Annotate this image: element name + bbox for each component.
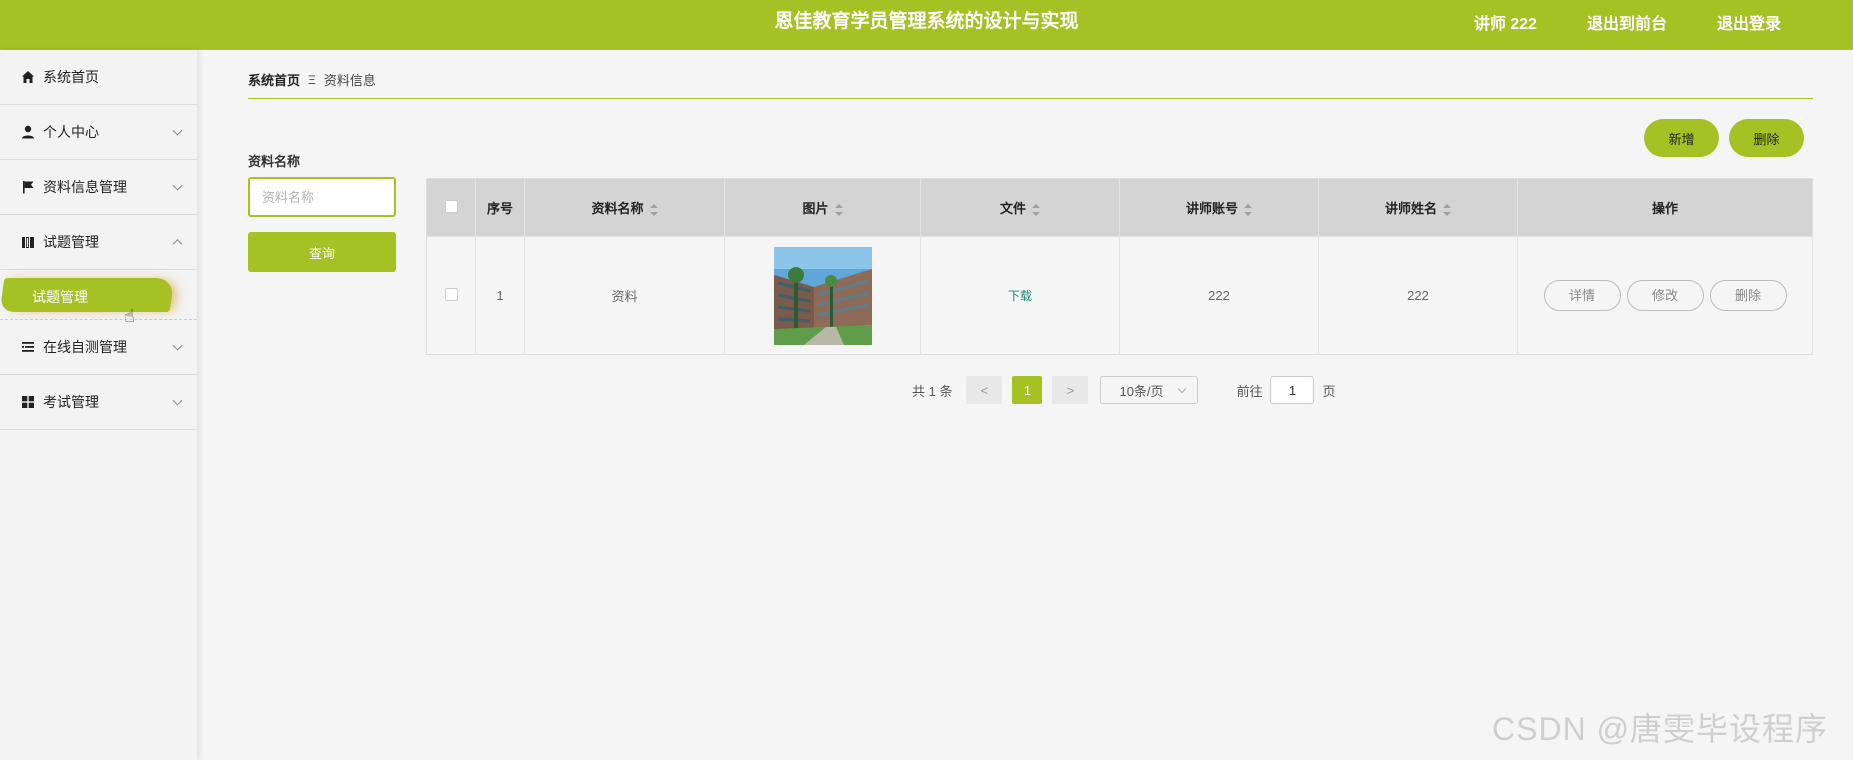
- home-icon: [20, 70, 35, 85]
- breadcrumb-home[interactable]: 系统首页: [248, 70, 300, 89]
- column-header-operations: 操作: [1517, 178, 1813, 237]
- goto-label: 前往: [1236, 383, 1263, 399]
- chevron-down-icon: [1178, 384, 1187, 394]
- row-image-cell: [724, 236, 921, 355]
- sort-icon[interactable]: [649, 203, 658, 216]
- sidebar-item-label: 个人中心: [43, 124, 99, 140]
- sidebar-item-online-self-test[interactable]: 在线自测管理: [0, 320, 197, 375]
- campus-building-image[interactable]: [773, 246, 872, 345]
- sidebar-item-label: 考试管理: [43, 394, 99, 410]
- column-header-index: 序号: [475, 178, 525, 237]
- chevron-down-icon: [172, 395, 183, 406]
- row-material-name: 资料: [524, 236, 725, 355]
- breadcrumb-separator: Ξ: [308, 72, 316, 87]
- chevron-up-icon: [172, 239, 183, 250]
- sidebar-item-exam-management[interactable]: 考试管理: [0, 375, 197, 430]
- column-header-label: 资料名称: [591, 201, 644, 216]
- add-button[interactable]: 新增: [1644, 119, 1719, 157]
- search-input[interactable]: [248, 177, 396, 217]
- breadcrumb: 系统首页 Ξ 资料信息: [248, 70, 376, 89]
- row-teacher-account: 222: [1119, 236, 1319, 355]
- logout-link[interactable]: 退出登录: [1717, 10, 1781, 34]
- pagination: 共 1 条 < 1 > 10条/页 前往 页: [912, 376, 1336, 404]
- header-nav: 讲师 222 退出到前台 退出登录: [1474, 0, 1781, 44]
- column-header-label: 图片: [802, 201, 829, 216]
- book-icon: [20, 235, 35, 250]
- sidebar-item-label: 试题管理: [43, 234, 99, 250]
- search-button[interactable]: 查询: [248, 232, 396, 272]
- flag-icon: [20, 180, 35, 195]
- header-select-all[interactable]: [426, 178, 476, 237]
- edit-button[interactable]: 修改: [1626, 280, 1704, 311]
- page-size-select[interactable]: 10条/页: [1100, 376, 1199, 404]
- row-operations: 详情 修改 删除: [1517, 236, 1813, 355]
- search-label: 资料名称: [248, 154, 301, 169]
- sort-icon[interactable]: [1032, 203, 1040, 216]
- row-select-cell[interactable]: [426, 236, 476, 355]
- grid-icon: [20, 395, 35, 410]
- user-role-label[interactable]: 讲师 222: [1474, 10, 1537, 34]
- breadcrumb-current: 资料信息: [323, 73, 376, 88]
- sidebar-item-home[interactable]: 系统首页: [0, 50, 197, 105]
- row-delete-button[interactable]: 删除: [1709, 280, 1787, 311]
- chevron-down-icon: [172, 125, 183, 136]
- column-header-name[interactable]: 资料名称: [524, 178, 725, 237]
- prev-page-button[interactable]: <: [966, 376, 1003, 404]
- page-unit-label: 页: [1322, 383, 1336, 399]
- list-icon: [20, 340, 35, 355]
- select-all-checkbox[interactable]: [444, 199, 458, 213]
- exit-to-front-link[interactable]: 退出到前台: [1587, 10, 1667, 34]
- row-teacher-name: 222: [1318, 236, 1518, 355]
- user-icon: [20, 125, 35, 140]
- column-header-image[interactable]: 图片: [724, 178, 921, 237]
- sidebar-item-label: 在线自测管理: [43, 339, 127, 355]
- next-page-button[interactable]: >: [1052, 376, 1089, 404]
- watermark: CSDN @唐雯毕设程序: [1492, 711, 1829, 747]
- detail-button[interactable]: 详情: [1543, 280, 1621, 311]
- row-index: 1: [475, 236, 525, 355]
- column-header-label: 文件: [999, 201, 1026, 216]
- breadcrumb-divider: [248, 98, 1813, 99]
- sidebar-item-material-info[interactable]: 资料信息管理: [0, 160, 197, 215]
- row-checkbox[interactable]: [444, 287, 458, 301]
- row-file-cell: 下载: [920, 236, 1120, 355]
- page-size-value: 10条/页: [1119, 383, 1164, 399]
- column-header-label: 讲师姓名: [1384, 201, 1437, 216]
- sort-icon[interactable]: [834, 203, 843, 216]
- sidebar-item-label: 系统首页: [43, 69, 99, 85]
- column-header-label: 讲师账号: [1185, 201, 1238, 216]
- sidebar-item-personal-center[interactable]: 个人中心: [0, 105, 197, 160]
- column-header-teacher-account[interactable]: 讲师账号: [1119, 178, 1319, 237]
- top-header: 恩佳教育学员管理系统的设计与实现 讲师 222 退出到前台 退出登录: [0, 0, 1853, 50]
- table-row: 1 资料 下载 222 222 详情 修改 删除: [426, 236, 1813, 355]
- chevron-down-icon: [172, 180, 183, 191]
- sort-icon[interactable]: [1244, 203, 1252, 216]
- sort-icon[interactable]: [1443, 203, 1451, 216]
- column-header-file[interactable]: 文件: [920, 178, 1120, 237]
- submenu-item-question-management[interactable]: 试题管理: [32, 287, 88, 307]
- goto-page-input[interactable]: [1270, 376, 1315, 404]
- sidebar-item-label: 资料信息管理: [43, 179, 127, 195]
- submenu-question-management: 试题管理 ☝: [0, 270, 197, 326]
- download-link[interactable]: 下载: [1008, 289, 1032, 303]
- sidebar-item-question-management[interactable]: 试题管理: [0, 215, 197, 270]
- pagination-total: 共 1 条: [912, 383, 953, 399]
- table-header-row: 序号 资料名称 图片 文件 讲师账号 讲师姓名 操作: [426, 178, 1813, 237]
- column-header-teacher-name[interactable]: 讲师姓名: [1318, 178, 1518, 237]
- page-number-current[interactable]: 1: [1012, 376, 1043, 404]
- batch-delete-button[interactable]: 删除: [1729, 119, 1804, 157]
- sidebar: 系统首页 个人中心 资料信息管理 试题管理 试题管理 ☝ 在线自测管理 考试管理: [0, 50, 198, 760]
- material-table: 序号 资料名称 图片 文件 讲师账号 讲师姓名 操作 1 资料 下载 222 2…: [426, 178, 1813, 355]
- chevron-down-icon: [172, 340, 183, 351]
